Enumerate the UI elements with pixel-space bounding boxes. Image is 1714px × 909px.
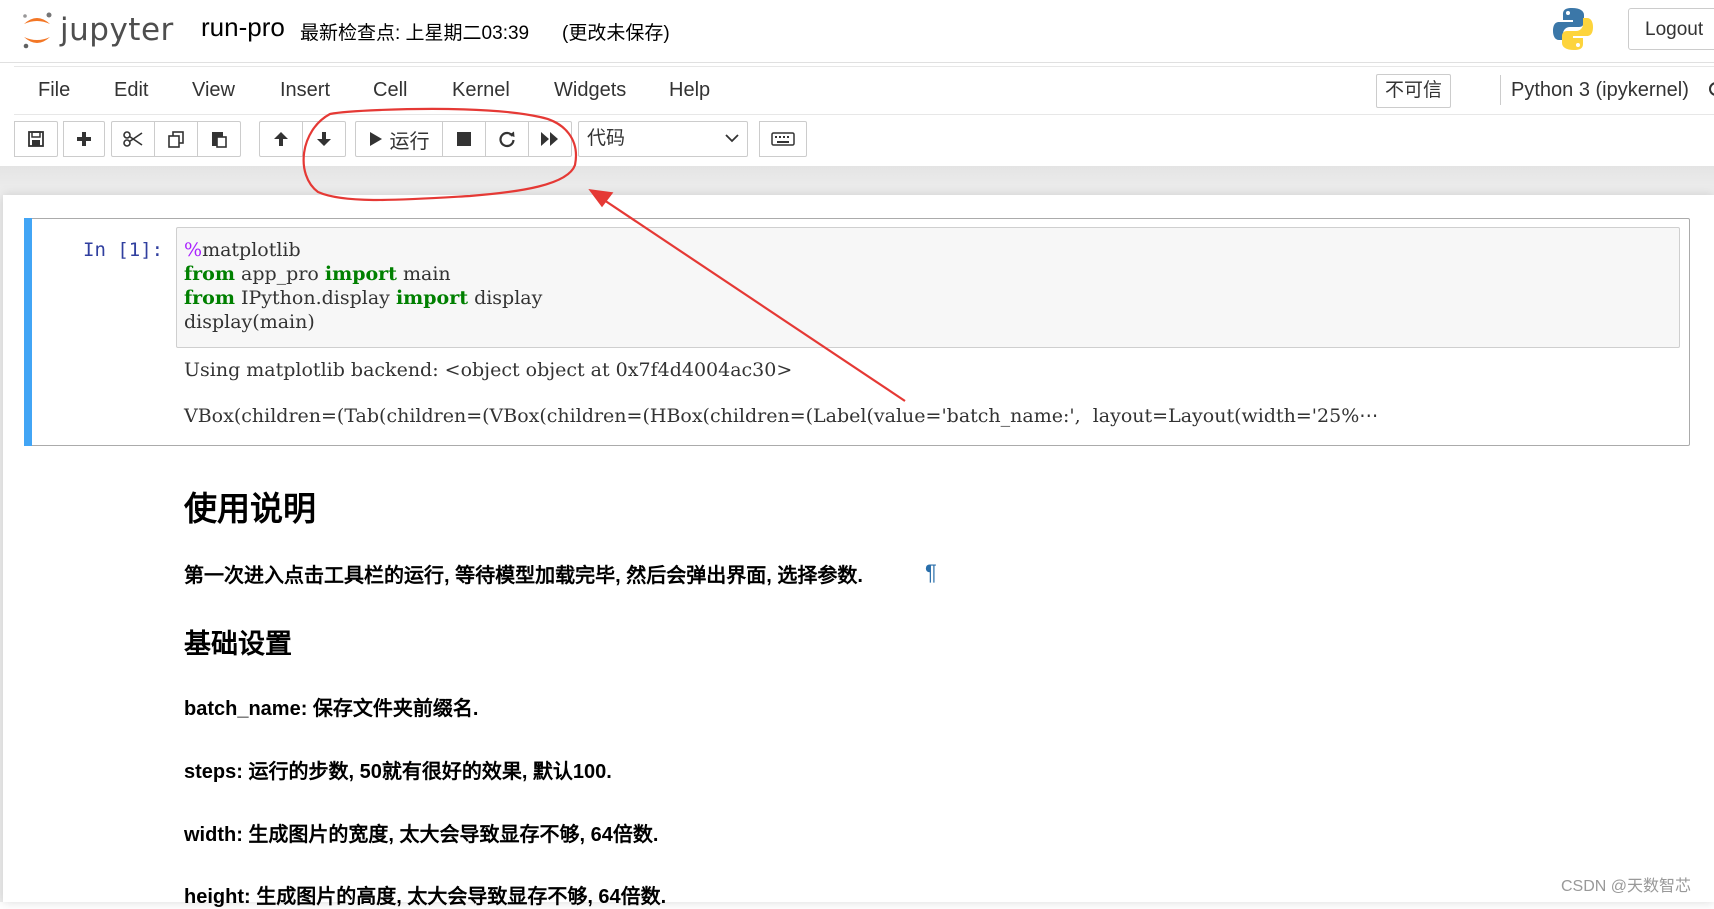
keyword: import — [324, 263, 397, 285]
fast-forward-icon — [541, 132, 558, 146]
markdown-heading-2: 基础设置 — [184, 629, 292, 659]
menu-insert[interactable]: Insert — [280, 79, 330, 102]
code-token: main — [396, 263, 451, 285]
code-line-4: display(main) — [184, 311, 315, 333]
restart-run-all-button[interactable] — [528, 121, 572, 157]
menu-edit[interactable]: Edit — [114, 79, 148, 102]
menu-file[interactable]: File — [38, 79, 70, 102]
menu-help[interactable]: Help — [669, 79, 710, 102]
markdown-param-batch-name: batch_name: 保存文件夹前缀名. — [184, 698, 479, 720]
code-editor[interactable]: %matplotlib from app_pro import main fro… — [176, 227, 1680, 348]
restart-icon — [499, 131, 515, 148]
markdown-param-height: height: 生成图片的高度, 太大会导致显存不够, 64倍数. — [184, 886, 667, 908]
markdown-param-width: width: 生成图片的宽度, 太大会导致显存不够, 64倍数. — [184, 824, 659, 846]
markdown-intro: 第一次进入点击工具栏的运行, 等待模型加载完毕, 然后会弹出界面, 选择参数. — [184, 565, 863, 587]
cell-selected-indicator — [24, 218, 32, 446]
run-button[interactable]: 运行 — [355, 121, 443, 157]
arrow-up-icon — [274, 132, 288, 146]
kernel-divider — [1500, 75, 1501, 105]
cell-type-value: 代码 — [587, 128, 626, 149]
insert-group — [63, 121, 105, 157]
keyword: from — [184, 287, 235, 309]
menu-view[interactable]: View — [192, 79, 235, 102]
copy-button[interactable] — [154, 121, 198, 157]
header: jupyter run-pro 最新检查点: 上星期二03:39 (更改未保存)… — [0, 0, 1714, 63]
code-line-1: %matplotlib — [184, 239, 301, 261]
interrupt-button[interactable] — [442, 121, 486, 157]
logout-button[interactable]: Logout — [1628, 8, 1714, 50]
code-token: display — [468, 287, 543, 309]
output-line: Using matplotlib backend: <object object… — [184, 359, 793, 381]
checkpoint-status: 最新检查点: 上星期二03:39 — [300, 23, 530, 44]
watermark: CSDN @天数智芯 — [1561, 878, 1692, 895]
trust-indicator[interactable]: 不可信 — [1376, 74, 1452, 108]
paste-button[interactable] — [197, 121, 241, 157]
output-line: VBox(children=(Tab(children=(VBox(childr… — [184, 405, 1379, 427]
move-group — [259, 121, 346, 157]
paste-icon — [212, 132, 227, 148]
jupyter-wordmark: jupyter — [60, 12, 174, 48]
code-token: matplotlib — [202, 239, 301, 261]
python-logo-icon — [1553, 8, 1593, 50]
notebook-name[interactable]: run-pro — [201, 12, 285, 43]
cut-button[interactable] — [111, 121, 155, 157]
save-group — [14, 121, 58, 157]
clipboard-group — [111, 121, 241, 157]
menu-kernel[interactable]: Kernel — [452, 79, 510, 102]
kernel-idle-icon — [1709, 82, 1714, 96]
save-icon — [28, 131, 44, 147]
insert-cell-button[interactable] — [63, 121, 105, 157]
code-token: app_pro — [234, 263, 325, 285]
code-token: IPython.display — [234, 287, 396, 309]
restart-button[interactable] — [485, 121, 529, 157]
kernel-name: Python 3 (ipykernel) — [1511, 79, 1689, 101]
keyword: import — [395, 287, 469, 309]
autosave-status: (更改未保存) — [562, 23, 670, 44]
markdown-param-steps: steps: 运行的步数, 50就有很好的效果, 默认100. — [184, 761, 612, 783]
run-icon — [369, 132, 382, 146]
toolbar: 运行 代码 — [14, 121, 1714, 159]
run-group: 运行 — [355, 121, 572, 157]
cut-icon — [123, 131, 143, 147]
chevron-down-icon — [725, 134, 739, 143]
move-up-button[interactable] — [259, 121, 303, 157]
keyboard-shortcuts-button[interactable] — [759, 121, 807, 157]
anchor-link[interactable]: ¶ — [925, 560, 937, 586]
menubar: File Edit View Insert Cell Kernel Widget… — [14, 66, 1714, 115]
code-line-2: from app_pro import main — [184, 263, 451, 285]
notebook-top-band — [0, 166, 1714, 194]
keyboard-icon — [771, 132, 795, 146]
input-prompt: In [1]: — [83, 239, 164, 261]
plus-icon — [77, 132, 91, 146]
move-down-button[interactable] — [302, 121, 346, 157]
copy-icon — [168, 131, 184, 148]
code-line-3: from IPython.display import display — [184, 287, 542, 309]
markdown-heading-1: 使用说明 — [184, 490, 316, 527]
menu-cell[interactable]: Cell — [373, 79, 407, 102]
keyword: from — [184, 263, 235, 285]
menu-widgets[interactable]: Widgets — [554, 79, 626, 102]
save-button[interactable] — [14, 121, 58, 157]
stop-icon — [457, 132, 471, 146]
magic-symbol: % — [184, 239, 203, 261]
run-button-label: 运行 — [389, 130, 430, 153]
arrow-down-icon — [317, 132, 331, 146]
jupyter-logo[interactable]: jupyter — [20, 8, 174, 52]
shortcuts-group — [759, 121, 807, 157]
cell-type-select[interactable]: 代码 — [578, 121, 748, 157]
jupyter-logo-icon — [23, 12, 52, 49]
